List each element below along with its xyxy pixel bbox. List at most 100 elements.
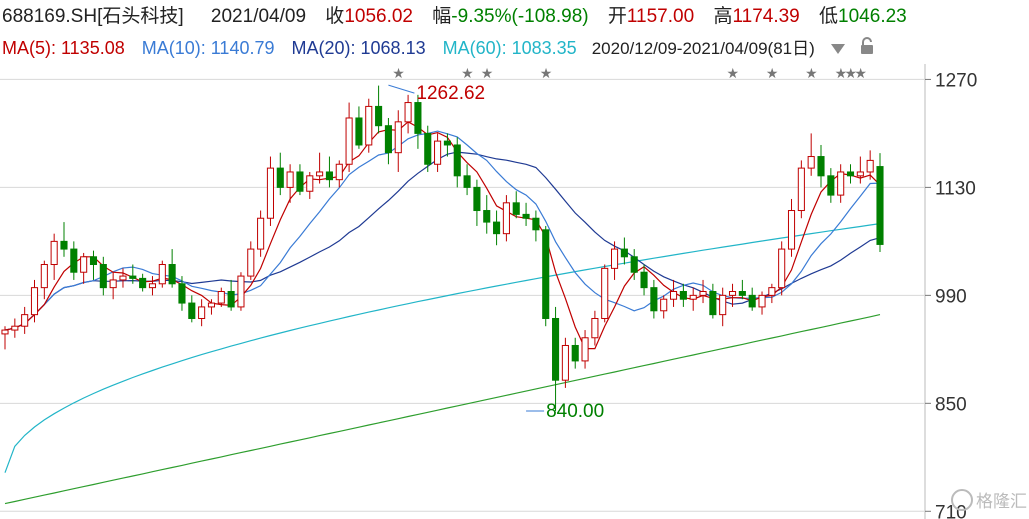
candle-body-up <box>365 105 373 146</box>
candle-body-up <box>394 121 402 154</box>
candle-body-up <box>689 294 697 300</box>
candle-body-down <box>846 171 855 177</box>
lock-icon[interactable] <box>859 34 875 63</box>
event-star: ★ <box>461 66 474 82</box>
candle-body-up <box>787 210 796 250</box>
candle-body-up <box>109 279 117 289</box>
candle-body-down <box>139 277 147 289</box>
change-label: 幅 <box>432 6 452 27</box>
y-tick-label: 1130 <box>935 178 976 199</box>
event-star: ★ <box>727 66 740 82</box>
candle-body-down <box>414 102 422 134</box>
candle-body-up <box>30 287 39 316</box>
candle-body-up <box>669 291 678 300</box>
candle-body-up <box>434 140 442 165</box>
candle-body-down <box>552 317 560 381</box>
candle-body-up <box>778 248 786 289</box>
chevron-down-icon[interactable] <box>830 34 846 63</box>
candle-body-up <box>807 156 815 169</box>
candle-body-down <box>424 132 432 165</box>
candle-body-down <box>463 175 471 188</box>
candle-body-down <box>296 171 304 192</box>
candle-body-down <box>89 256 98 266</box>
candle-body-down <box>129 275 137 279</box>
candle-body-up <box>158 264 166 285</box>
close-label: 收 <box>325 6 345 27</box>
candle-body-up <box>21 314 29 327</box>
candle-body-down <box>640 271 648 289</box>
annotation-label: 840.00 <box>546 401 604 422</box>
candle-body-down <box>178 283 186 304</box>
ma5-line <box>4 121 881 350</box>
candle-body-up <box>1 329 9 335</box>
annotation-leader <box>388 84 415 94</box>
moving-average-lines <box>4 121 881 505</box>
candle-body-down <box>522 213 530 219</box>
event-star: ★ <box>766 66 779 82</box>
y-tick-label: 850 <box>935 394 967 415</box>
candle-body-up <box>797 167 805 212</box>
event-star: ★ <box>481 66 494 82</box>
candle-body-up <box>561 344 569 381</box>
grid-lines <box>0 64 926 519</box>
candle-body-down <box>99 264 107 289</box>
annotation-label: 1262.62 <box>416 83 485 104</box>
candle-body-up <box>198 306 206 319</box>
candle-body-down <box>709 291 717 316</box>
candle-body-up <box>581 337 589 362</box>
quote-header: 688169.SH[石头科技] 2021/04/09 收1056.02 幅-9.… <box>0 2 1029 32</box>
open-value: 1157.00 <box>626 6 695 27</box>
candle-body-up <box>768 287 776 296</box>
ma-legend: MA(5): 1135.08 MA(10): 1140.79 MA(20): 1… <box>0 33 1029 63</box>
low-label: 低 <box>819 6 839 27</box>
candle-body-down <box>227 291 235 308</box>
candle-body-up <box>257 217 265 250</box>
ma5-legend: MA(5): 1135.08 <box>2 38 125 58</box>
candle-body-up <box>404 102 412 123</box>
event-star: ★ <box>854 66 867 82</box>
ma60-legend: MA(60): 1083.35 <box>442 38 577 58</box>
candle-body-down <box>493 221 501 235</box>
candle-body-down <box>276 167 284 188</box>
candle-body-down <box>384 125 392 154</box>
candle-body-down <box>473 186 481 212</box>
candle-body-up <box>591 317 599 339</box>
candle-body-down <box>542 229 550 319</box>
candle-body-up <box>866 159 874 173</box>
candle-body-up <box>247 248 255 277</box>
candle-body-up <box>237 275 245 308</box>
candle-body-down <box>70 248 78 273</box>
candle-body-up <box>306 175 314 192</box>
candle-body-up <box>699 291 707 296</box>
candle-body-up <box>266 167 274 219</box>
candle-body-up <box>719 294 727 316</box>
event-star: ★ <box>392 66 405 82</box>
change-value: -9.35%(-108.98) <box>451 6 589 27</box>
candle-body-down <box>620 248 628 258</box>
high-label: 高 <box>713 6 733 27</box>
event-star: ★ <box>805 66 818 82</box>
candle-body-up <box>316 171 324 177</box>
candle-body-down <box>188 302 196 319</box>
ma250-line <box>4 314 881 505</box>
candle-body-down <box>650 287 658 312</box>
candle-body-down <box>738 291 746 296</box>
kline-chart: ★ ★ ★ ★ ★ ★ ★ ★★★ 1262.62840.00 710850990113012… <box>0 64 1027 519</box>
candle-body-down <box>512 202 520 215</box>
candle-body-up <box>207 302 216 308</box>
event-star: ★ <box>540 66 553 82</box>
candle-body-up <box>601 267 609 319</box>
candle-body-down <box>168 264 176 285</box>
low-value: 1046.23 <box>838 6 907 27</box>
candle-body-down <box>679 291 687 300</box>
candle-body-up <box>502 202 510 235</box>
candle-body-up <box>758 294 766 308</box>
candle-body-down <box>325 171 333 181</box>
candle-body-down <box>571 344 579 362</box>
candle-body-up <box>611 248 619 269</box>
candle-body-down <box>532 217 540 231</box>
candle-body-up <box>80 256 88 273</box>
candle-body-up <box>11 325 19 331</box>
candle-body-up <box>217 291 225 304</box>
y-axis: 71085099011301270 <box>925 70 977 519</box>
